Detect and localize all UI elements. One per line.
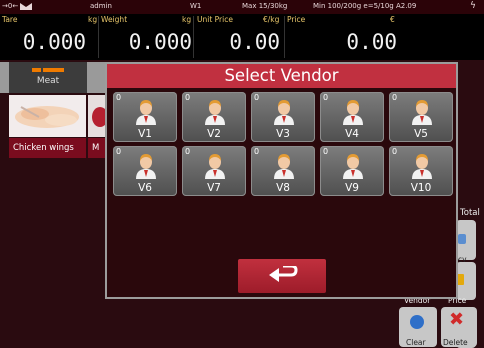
price-unit: € <box>390 15 395 24</box>
power-icon: ϟ <box>470 1 476 11</box>
back-button[interactable] <box>238 259 326 293</box>
vendor-avatar-icon <box>135 153 157 179</box>
zero-indicator-icon: →0← <box>2 2 19 10</box>
return-arrow-icon <box>269 266 298 282</box>
vendor-count: 0 <box>392 93 398 102</box>
tare-label: Tare <box>2 15 18 24</box>
weight-label: Weight <box>101 15 128 24</box>
vendor-button-v4[interactable]: 0 V4 <box>320 92 384 142</box>
unit-price-label: Unit Price <box>197 15 233 24</box>
clear-label: Clear <box>406 338 426 347</box>
vendor-avatar-icon <box>411 99 433 125</box>
stable-indicator-icon <box>20 3 32 12</box>
vendor-name: V1 <box>138 128 152 140</box>
vendor-button-v3[interactable]: 0 V3 <box>251 92 315 142</box>
vendor-name: V8 <box>276 182 290 194</box>
delete-label: Delete <box>443 338 468 347</box>
vendor-count: 0 <box>116 93 122 102</box>
unit-price-value: 0.00 <box>229 30 280 54</box>
tare-value: 0.000 <box>22 30 86 54</box>
vendor-name: V6 <box>138 182 152 194</box>
clear-icon <box>410 315 424 329</box>
vendor-name: V5 <box>414 128 428 140</box>
vendor-avatar-icon <box>273 153 295 179</box>
user-name: admin <box>90 2 112 10</box>
vendor-avatar-icon <box>273 99 295 125</box>
vendor-button-v10[interactable]: 0 V10 <box>389 146 453 196</box>
vendor-button-v7[interactable]: 0 V7 <box>182 146 246 196</box>
vendor-avatar-icon <box>204 99 226 125</box>
vendor-button-v8[interactable]: 0 V8 <box>251 146 315 196</box>
vendor-name: V2 <box>207 128 221 140</box>
vendor-avatar-icon <box>342 99 364 125</box>
cy-icon <box>458 234 466 244</box>
vendor-name: V4 <box>345 128 359 140</box>
category-color-bar <box>32 68 64 72</box>
total-label: Total <box>460 208 480 218</box>
status-bar: →0← admin W1 Max 15/30kg Min 100/200g e=… <box>0 0 484 14</box>
vendor-avatar-icon <box>342 153 364 179</box>
unit-price-unit: €/kg <box>263 15 280 24</box>
delete-x-icon: ✖ <box>449 309 465 330</box>
vendor-avatar-icon <box>204 153 226 179</box>
vendor-count: 0 <box>185 93 191 102</box>
chicken-wings-image <box>9 95 86 137</box>
tare-unit: kg <box>88 15 98 24</box>
vendor-button-v2[interactable]: 0 V2 <box>182 92 246 142</box>
vendor-name: V3 <box>276 128 290 140</box>
vendor-count: 0 <box>392 147 398 156</box>
vendor-name: V10 <box>410 182 432 194</box>
weighing-display: Tare kg 0.000 Weight kg 0.000 Unit Price… <box>0 14 484 60</box>
price-label: Price <box>287 15 306 24</box>
vendor-button-v1[interactable]: 0 V1 <box>113 92 177 142</box>
vendor-count: 0 <box>323 93 329 102</box>
weight-value: 0.000 <box>128 30 192 54</box>
min-capacity: Min 100/200g e=5/10g A2.09 <box>313 2 417 10</box>
scale-id: W1 <box>190 2 202 10</box>
vendor-button-v6[interactable]: 0 V6 <box>113 146 177 196</box>
plu-grid: Chicken wings M <box>9 95 109 160</box>
category-tab-label: Meat <box>36 76 60 86</box>
price-icon <box>457 274 464 285</box>
plu-item-chicken-wings[interactable]: Chicken wings <box>9 138 86 158</box>
vendor-count: 0 <box>254 93 260 102</box>
vendor-count: 0 <box>254 147 260 156</box>
vendor-avatar-icon <box>135 99 157 125</box>
select-vendor-dialog: Select Vendor 0 V1 0 V2 0 V3 0 V4 0 V5 0 V6 0 V7 0 V8 0 V… <box>105 62 458 299</box>
vendor-avatar-icon <box>411 153 433 179</box>
max-capacity: Max 15/30kg <box>242 2 288 10</box>
vendor-count: 0 <box>323 147 329 156</box>
vendor-name: V7 <box>207 182 221 194</box>
price-value: 0.00 <box>346 30 397 54</box>
vendor-count: 0 <box>185 147 191 156</box>
vendor-count: 0 <box>116 147 122 156</box>
vendor-button-v9[interactable]: 0 V9 <box>320 146 384 196</box>
weight-unit: kg <box>182 15 192 24</box>
vendor-button-v5[interactable]: 0 V5 <box>389 92 453 142</box>
category-tab-meat[interactable]: Meat <box>9 62 87 93</box>
right-panel: Total cy Price ✖ <box>444 62 484 348</box>
dialog-title: Select Vendor <box>107 64 456 88</box>
vendor-name: V9 <box>345 182 359 194</box>
